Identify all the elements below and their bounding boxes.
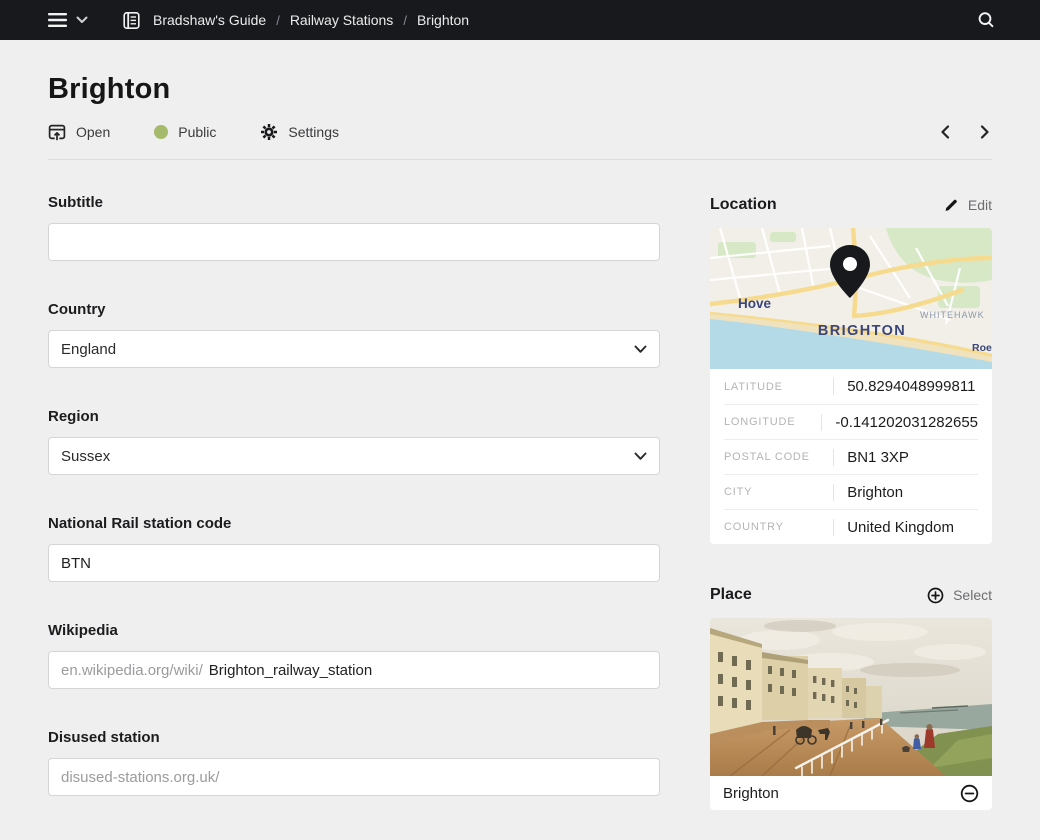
field-disused-station: Disused station disused-stations.org.uk/ bbox=[48, 729, 660, 796]
breadcrumb: Bradshaw's Guide / Railway Stations / Br… bbox=[122, 11, 469, 30]
wikipedia-url-prefix: en.wikipedia.org/wiki/ bbox=[61, 662, 203, 679]
country-row-label: COUNTRY bbox=[724, 521, 833, 533]
city-label: CITY bbox=[724, 486, 833, 498]
latitude-label: LATITUDE bbox=[724, 381, 833, 393]
wikipedia-value: Brighton_railway_station bbox=[209, 662, 372, 679]
station-code-label: National Rail station code bbox=[48, 515, 660, 532]
country-select[interactable]: England bbox=[48, 330, 660, 368]
status-dot bbox=[154, 125, 168, 139]
table-row: COUNTRY United Kingdom bbox=[724, 509, 978, 544]
status-label: Public bbox=[178, 124, 216, 140]
wikipedia-input[interactable]: en.wikipedia.org/wiki/ Brighton_railway_… bbox=[48, 651, 660, 689]
main-menu-button[interactable] bbox=[48, 12, 88, 28]
chevron-down-icon bbox=[634, 452, 647, 461]
region-value: Sussex bbox=[61, 448, 110, 465]
map-image: Hove WHITEHAWK BRIGHTON Roe bbox=[710, 228, 992, 369]
location-header: Location Edit bbox=[710, 194, 992, 216]
topbar: Bradshaw's Guide / Railway Stations / Br… bbox=[0, 0, 1040, 40]
disused-station-input[interactable]: disused-stations.org.uk/ bbox=[48, 758, 660, 796]
page-toolbar: Open Public Settings bbox=[48, 120, 992, 144]
location-details-table: LATITUDE 50.8294048999811 LONGITUDE -0.1… bbox=[710, 369, 992, 544]
edit-form: Subtitle Country England Region Sussex N… bbox=[48, 160, 660, 810]
table-row: CITY Brighton bbox=[724, 474, 978, 509]
field-region: Region Sussex bbox=[48, 408, 660, 475]
table-row: LATITUDE 50.8294048999811 bbox=[724, 369, 978, 404]
chevron-down-icon bbox=[76, 16, 88, 24]
settings-label: Settings bbox=[288, 124, 339, 140]
journal-icon bbox=[122, 11, 141, 30]
field-country: Country England bbox=[48, 301, 660, 368]
status-button[interactable]: Public bbox=[154, 124, 216, 140]
place-thumbnail bbox=[710, 618, 992, 776]
next-item-button[interactable] bbox=[978, 123, 992, 141]
place-item-name: Brighton bbox=[723, 785, 779, 802]
city-value: Brighton bbox=[833, 484, 978, 501]
field-subtitle: Subtitle bbox=[48, 194, 660, 261]
open-window-icon bbox=[48, 123, 66, 141]
search-button[interactable] bbox=[976, 10, 996, 30]
hamburger-icon bbox=[48, 12, 68, 28]
place-header: Place Select bbox=[710, 584, 992, 606]
plus-circle-icon bbox=[927, 587, 944, 604]
breadcrumb-site[interactable]: Bradshaw's Guide bbox=[153, 12, 266, 28]
country-row-value: United Kingdom bbox=[833, 519, 978, 536]
sidebar: Location Edit bbox=[710, 160, 992, 810]
prev-item-button[interactable] bbox=[938, 123, 952, 141]
country-value: England bbox=[61, 341, 116, 358]
map-label-brighton: BRIGHTON bbox=[818, 323, 906, 339]
postal-code-label: POSTAL CODE bbox=[724, 451, 833, 463]
chevron-right-icon bbox=[980, 125, 990, 139]
field-station-code: National Rail station code BTN bbox=[48, 515, 660, 582]
place-card-footer: Brighton bbox=[710, 776, 992, 810]
settings-button[interactable]: Settings bbox=[260, 123, 339, 141]
edit-location-button[interactable]: Edit bbox=[943, 197, 992, 213]
remove-place-button[interactable] bbox=[960, 784, 979, 803]
open-label: Open bbox=[76, 124, 110, 140]
station-code-value: BTN bbox=[61, 555, 91, 572]
place-title: Place bbox=[710, 586, 752, 604]
breadcrumb-section[interactable]: Railway Stations bbox=[290, 12, 394, 28]
search-icon bbox=[976, 10, 996, 30]
select-label: Select bbox=[953, 587, 992, 603]
chevron-left-icon bbox=[940, 125, 950, 139]
pencil-icon bbox=[943, 197, 959, 213]
map-label-hove: Hove bbox=[738, 296, 772, 311]
disused-station-label: Disused station bbox=[48, 729, 660, 746]
select-place-button[interactable]: Select bbox=[927, 587, 992, 604]
region-label: Region bbox=[48, 408, 660, 425]
chevron-down-icon bbox=[634, 345, 647, 354]
postal-code-value: BN1 3XP bbox=[833, 449, 978, 466]
map-label-whitehawk: WHITEHAWK bbox=[920, 310, 985, 320]
location-title: Location bbox=[710, 196, 777, 214]
table-row: LONGITUDE -0.141202031282655 bbox=[724, 404, 978, 439]
breadcrumb-page[interactable]: Brighton bbox=[417, 12, 469, 28]
longitude-value: -0.141202031282655 bbox=[821, 414, 978, 431]
edit-label: Edit bbox=[968, 197, 992, 213]
minus-circle-icon bbox=[960, 784, 979, 803]
subtitle-input[interactable] bbox=[48, 223, 660, 261]
subtitle-label: Subtitle bbox=[48, 194, 660, 211]
field-wikipedia: Wikipedia en.wikipedia.org/wiki/ Brighto… bbox=[48, 622, 660, 689]
country-label: Country bbox=[48, 301, 660, 318]
open-button[interactable]: Open bbox=[48, 123, 110, 141]
map-label-roedean: Roe bbox=[972, 342, 992, 354]
station-code-input[interactable]: BTN bbox=[48, 544, 660, 582]
disused-station-placeholder: disused-stations.org.uk/ bbox=[61, 769, 219, 786]
breadcrumb-separator: / bbox=[276, 13, 280, 28]
page-title: Brighton bbox=[48, 70, 992, 108]
latitude-value: 50.8294048999811 bbox=[833, 378, 978, 395]
place-painting bbox=[710, 618, 992, 776]
breadcrumb-separator: / bbox=[403, 13, 407, 28]
table-row: POSTAL CODE BN1 3XP bbox=[724, 439, 978, 474]
wikipedia-label: Wikipedia bbox=[48, 622, 660, 639]
longitude-label: LONGITUDE bbox=[724, 416, 821, 428]
region-select[interactable]: Sussex bbox=[48, 437, 660, 475]
location-map[interactable]: Hove WHITEHAWK BRIGHTON Roe bbox=[710, 228, 992, 369]
gear-icon bbox=[260, 123, 278, 141]
